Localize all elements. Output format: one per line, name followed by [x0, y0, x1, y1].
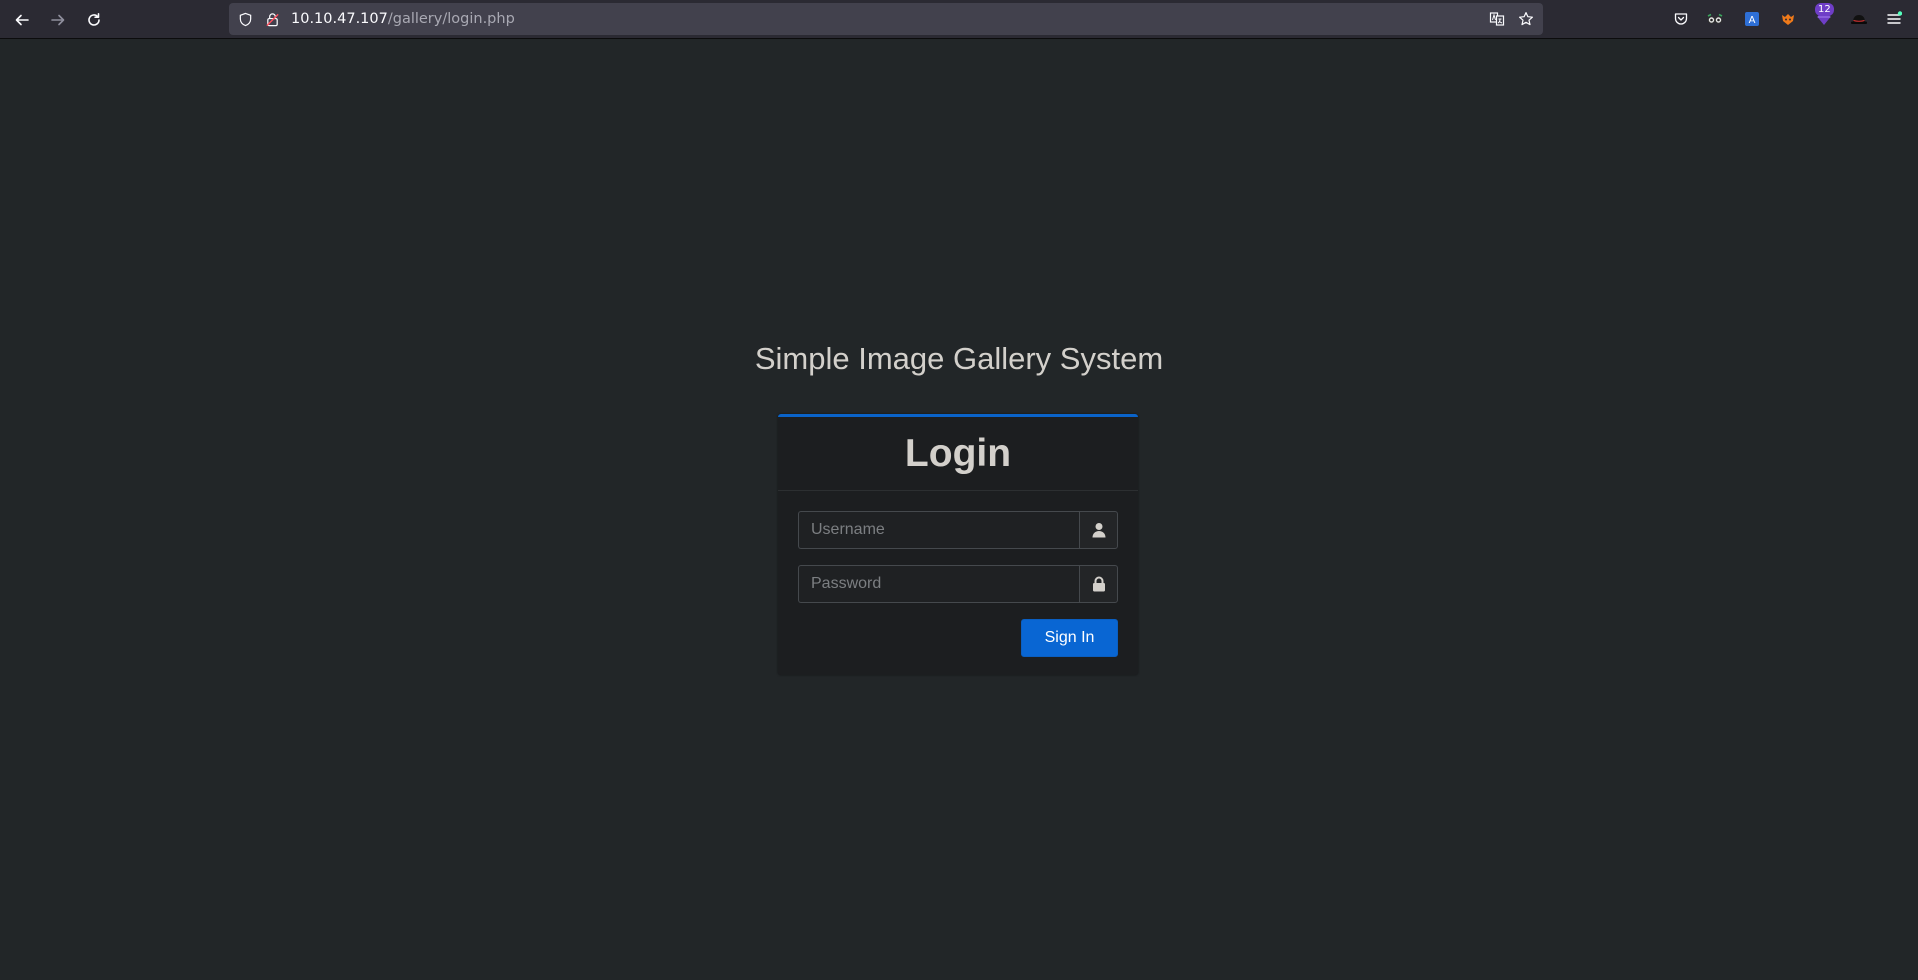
back-button[interactable] — [9, 7, 35, 33]
username-addon — [1079, 511, 1118, 549]
browser-toolbar: 10.10.47.107/gallery/login.php A 12 — [0, 0, 1918, 39]
pocket-icon — [1674, 13, 1688, 25]
translate-icon[interactable] — [1489, 11, 1505, 27]
url-text[interactable]: 10.10.47.107/gallery/login.php — [291, 3, 515, 35]
fox-icon — [1782, 14, 1794, 25]
reload-button[interactable] — [81, 7, 107, 33]
forward-button[interactable] — [45, 7, 71, 33]
login-heading: Login — [904, 431, 1012, 475]
tracking-protection-shield-icon[interactable] — [237, 11, 253, 27]
login-card-header: Login — [778, 417, 1138, 491]
extension-badge: 12 — [1815, 3, 1834, 16]
glasses-icon — [1707, 13, 1723, 24]
page-title: Simple Image Gallery System — [754, 341, 1164, 376]
lock-icon — [1092, 576, 1105, 592]
password-group: Password — [798, 565, 1118, 603]
extension-fox-button[interactable] — [1776, 7, 1800, 31]
address-bar[interactable]: 10.10.47.107/gallery/login.php — [229, 3, 1543, 35]
url-path: /gallery/login.php — [387, 11, 515, 27]
app-menu-button[interactable] — [1882, 7, 1906, 31]
login-card: Login Username Password Sign In — [778, 414, 1138, 675]
arrow-left-icon — [15, 14, 29, 26]
translate-extension-icon: A — [1745, 12, 1759, 26]
extension-hat-button[interactable] — [1847, 7, 1871, 31]
extension-foxyproxy-button[interactable] — [1703, 7, 1727, 31]
extension-translate-button[interactable]: A — [1740, 7, 1764, 31]
username-input[interactable]: Username — [798, 511, 1079, 549]
password-addon — [1079, 565, 1118, 603]
user-icon — [1092, 523, 1105, 538]
url-host: 10.10.47.107 — [291, 11, 388, 27]
password-input[interactable]: Password — [798, 565, 1079, 603]
pocket-button[interactable] — [1669, 7, 1693, 31]
arrow-right-icon — [51, 14, 65, 26]
reload-icon — [88, 13, 100, 26]
username-group: Username — [798, 511, 1118, 549]
svg-text:A: A — [1749, 15, 1756, 26]
hat-icon — [1851, 15, 1867, 24]
hamburger-menu-icon — [1887, 11, 1902, 24]
sign-in-button[interactable]: Sign In — [1021, 619, 1118, 657]
bookmark-star-icon[interactable] — [1518, 11, 1534, 27]
insecure-lock-icon[interactable] — [264, 11, 280, 27]
